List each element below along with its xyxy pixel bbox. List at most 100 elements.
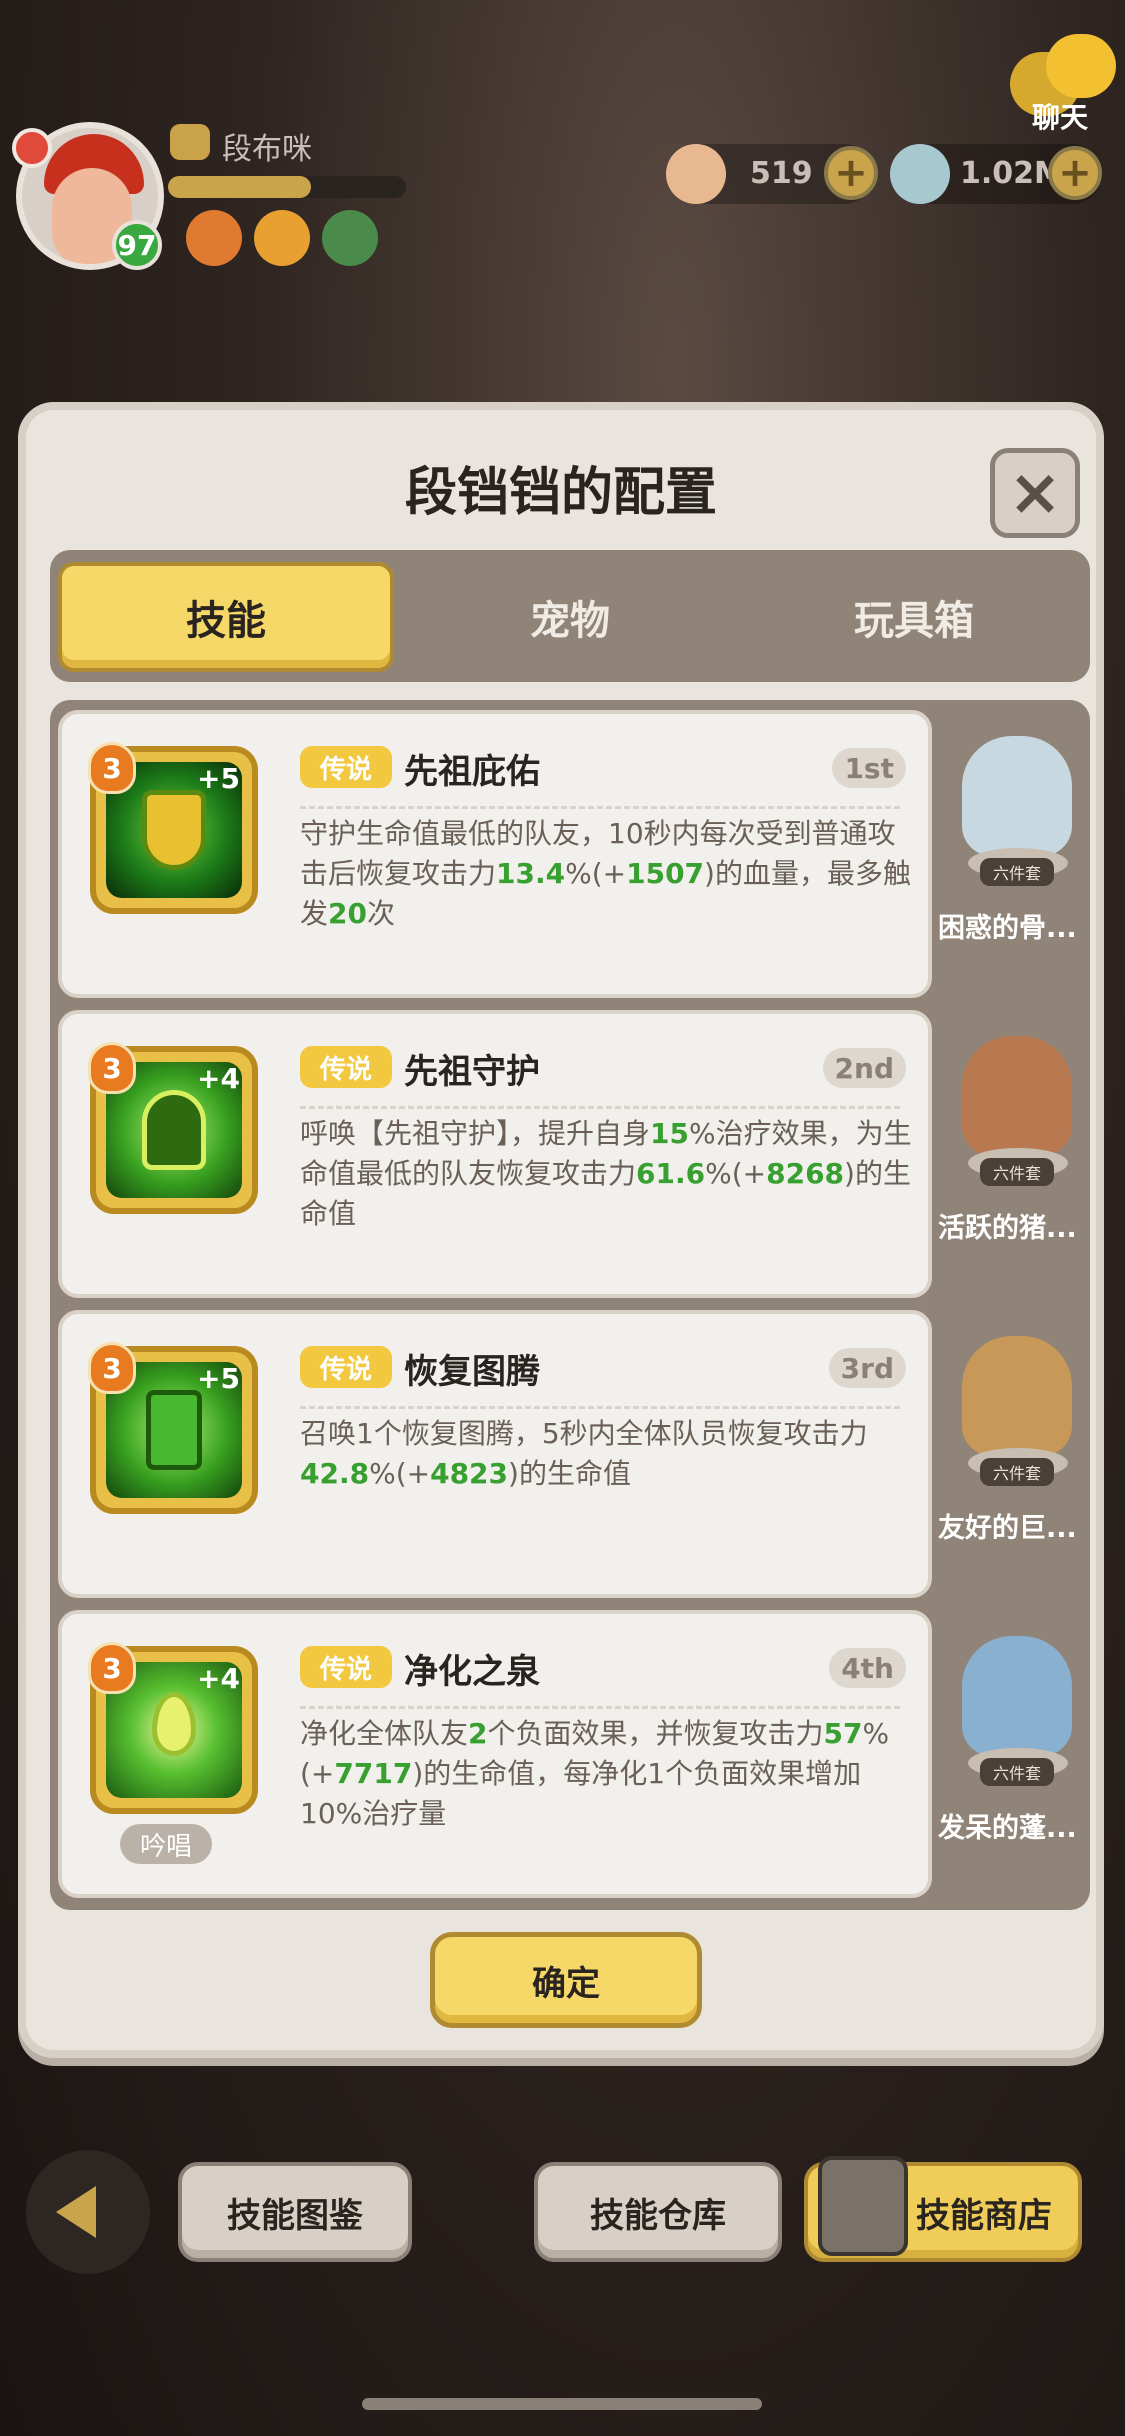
desc-value: 15 — [650, 1117, 689, 1150]
skill-level-badge: 3 — [88, 1042, 136, 1094]
rank-icon — [170, 124, 210, 160]
currency-shell-add-button[interactable]: + — [824, 146, 878, 200]
player-name: 段布咪 — [222, 132, 312, 167]
desc-text: )的生命值 — [508, 1457, 631, 1490]
back-arrow-icon — [56, 2186, 96, 2238]
buff-icon-2[interactable] — [254, 210, 310, 266]
guardian-icon — [142, 1090, 206, 1170]
currency-pearl-add-button[interactable]: + — [1048, 146, 1102, 200]
pet-name: 活跃的猪... — [938, 1213, 1077, 1244]
skill-row: 3 +4 传说 先祖守护 2nd 呼唤【先祖守护】，提升自身15%治疗效果，为生… — [58, 1010, 1082, 1298]
skill-row: 3 +5 传说 先祖庇佑 1st 守护生命值最低的队友，10秒内每次受到普通攻击… — [58, 710, 1082, 998]
pet-figure-icon — [962, 1336, 1072, 1456]
skill-icon[interactable]: 3 +4 — [88, 1642, 258, 1814]
skill-name: 先祖守护 — [404, 1052, 540, 1092]
desc-value: 7717 — [334, 1757, 413, 1790]
skill-bonus: +5 — [197, 1362, 240, 1395]
currency-pearl: 1.02M + — [890, 144, 1102, 204]
skill-name: 恢复图腾 — [404, 1352, 540, 1392]
slot-order: 4th — [829, 1648, 906, 1688]
skill-warehouse-button[interactable]: 技能仓库 — [534, 2162, 782, 2262]
desc-text: 次 — [366, 897, 395, 930]
pet-set-badge: 六件套 — [980, 1758, 1054, 1786]
skill-card[interactable]: 3 +5 传说 恢复图腾 3rd 召唤1个恢复图腾，5秒内全体队员恢复攻击力 42… — [58, 1310, 932, 1598]
pet-name: 发呆的蓬... — [938, 1813, 1077, 1844]
totem-icon — [146, 1390, 202, 1470]
tab-pets[interactable]: 宠物 — [402, 562, 738, 672]
skill-bonus: +4 — [197, 1062, 240, 1095]
slot-order: 1st — [832, 748, 906, 788]
rarity-badge: 传说 — [300, 1346, 392, 1388]
divider — [300, 1406, 900, 1409]
pet-slot[interactable]: 六件套 发呆的蓬... — [938, 1618, 1082, 1890]
desc-value: 42.8 — [300, 1457, 370, 1490]
desc-text: %(+ — [705, 1157, 767, 1190]
skill-level-badge: 3 — [88, 1642, 136, 1694]
pet-slot[interactable]: 六件套 困惑的骨... — [938, 718, 1082, 990]
desc-text: 召唤1个恢复图腾，5秒内全体队员恢复攻击力 — [300, 1417, 868, 1450]
loadout-dialog: 段铛铛的配置 × 技能 宠物 玩具箱 3 +5 传说 先祖庇佑 1st 守护生命… — [18, 402, 1104, 2058]
pet-figure-icon — [962, 1636, 1072, 1756]
skill-handbook-button[interactable]: 技能图鉴 — [178, 2162, 412, 2262]
pet-set-badge: 六件套 — [980, 858, 1054, 886]
skill-list: 3 +5 传说 先祖庇佑 1st 守护生命值最低的队友，10秒内每次受到普通攻击… — [50, 700, 1090, 1910]
skill-card[interactable]: 3 +5 传说 先祖庇佑 1st 守护生命值最低的队友，10秒内每次受到普通攻击… — [58, 710, 932, 998]
buff-icon-3[interactable] — [322, 210, 378, 266]
back-button[interactable] — [26, 2150, 150, 2274]
skill-bonus: +5 — [197, 762, 240, 795]
pet-slot[interactable]: 六件套 友好的巨... — [938, 1318, 1082, 1590]
tab-toybox[interactable]: 玩具箱 — [746, 562, 1082, 672]
desc-value: 13.4 — [496, 857, 566, 890]
skill-shop-button[interactable]: 技能商店 — [804, 2156, 1082, 2262]
pearl-icon — [890, 144, 950, 204]
desc-value: 61.6 — [636, 1157, 706, 1190]
pet-figure-icon — [962, 736, 1072, 856]
rarity-badge: 传说 — [300, 746, 392, 788]
chat-button[interactable]: 聊天 — [1010, 30, 1116, 134]
dialog-title: 段铛铛的配置 — [404, 463, 717, 523]
skill-row: 3 +4 吟唱 传说 净化之泉 4th 净化全体队友2个负面效果，并恢复攻击力5… — [58, 1610, 1082, 1898]
pet-name: 友好的巨... — [938, 1513, 1077, 1544]
desc-text: %(+ — [369, 1457, 431, 1490]
tab-skills[interactable]: 技能 — [58, 562, 394, 672]
currency-shell-value: 519 — [750, 156, 813, 191]
rarity-badge: 传说 — [300, 1046, 392, 1088]
home-indicator[interactable] — [362, 2398, 762, 2410]
skill-level-badge: 3 — [88, 1342, 136, 1394]
divider — [300, 1706, 900, 1709]
desc-value: 2 — [468, 1717, 488, 1750]
skill-description: 净化全体队友2个负面效果，并恢复攻击力57%(+7717)的生命值，每净化1个负… — [300, 1714, 920, 1834]
skill-name: 净化之泉 — [404, 1652, 540, 1692]
player-badge-icon — [12, 128, 52, 168]
skill-description: 召唤1个恢复图腾，5秒内全体队员恢复攻击力 42.8%(+4823)的生命值 — [300, 1414, 920, 1494]
pet-slot[interactable]: 六件套 活跃的猪... — [938, 1018, 1082, 1290]
chat-face-icon — [1046, 34, 1116, 98]
skill-icon[interactable]: 3 +4 — [88, 1042, 258, 1214]
divider — [300, 806, 900, 809]
tab-bar: 技能 宠物 玩具箱 — [50, 550, 1090, 682]
skill-card[interactable]: 3 +4 吟唱 传说 净化之泉 4th 净化全体队友2个负面效果，并恢复攻击力5… — [58, 1610, 932, 1898]
skill-description: 守护生命值最低的队友，10秒内每次受到普通攻击后恢复攻击力13.4%(+1507… — [300, 814, 920, 934]
currency-shell: 519 + — [666, 144, 878, 204]
buff-icon-1[interactable] — [186, 210, 242, 266]
exp-bar-fill — [168, 176, 311, 198]
desc-value: 4823 — [430, 1457, 509, 1490]
skill-icon[interactable]: 3 +5 — [88, 742, 258, 914]
desc-text: %(+ — [565, 857, 627, 890]
rarity-badge: 传说 — [300, 1646, 392, 1688]
desc-value: 57 — [823, 1717, 863, 1750]
skill-card[interactable]: 3 +4 传说 先祖守护 2nd 呼唤【先祖守护】，提升自身15%治疗效果，为生… — [58, 1010, 932, 1298]
chat-label: 聊天 — [1032, 101, 1089, 134]
player-level-badge: 97 — [112, 220, 162, 270]
skill-level-badge: 3 — [88, 742, 136, 794]
confirm-button[interactable]: 确定 — [430, 1932, 702, 2028]
desc-value: 20 — [328, 897, 367, 930]
skill-icon[interactable]: 3 +5 — [88, 1342, 258, 1514]
shell-icon — [666, 144, 726, 204]
shield-icon — [142, 790, 206, 870]
close-button[interactable]: × — [990, 448, 1080, 538]
desc-text: 净化全体队友 — [300, 1717, 469, 1750]
slot-order: 3rd — [828, 1348, 906, 1388]
pet-figure-icon — [962, 1036, 1072, 1156]
desc-text: 个负面效果，并恢复攻击力 — [487, 1717, 824, 1750]
